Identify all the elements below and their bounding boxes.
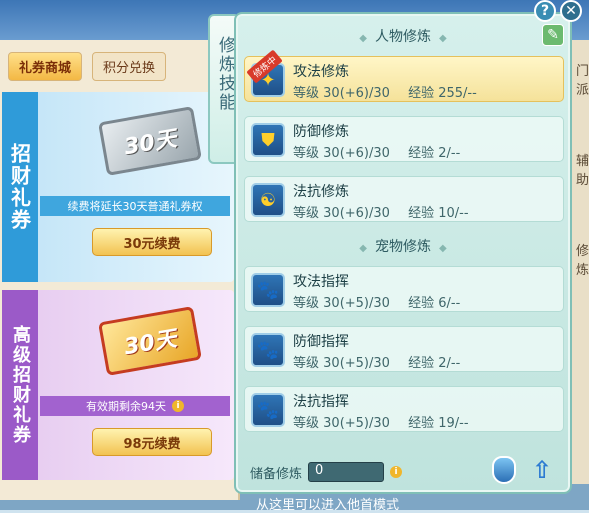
level-label: 等级 <box>293 416 320 431</box>
cultivation-panel: 人物修炼 ✎ ✦ 修炼中 攻法修炼 等级 30(+6)/30 经验 255/--… <box>234 12 572 494</box>
level-label: 等级 <box>293 86 320 101</box>
footer-hint: 从这里可以进入他首模式 <box>256 498 400 513</box>
exp-value: 10/-- <box>438 206 469 221</box>
pet-defense-icon: 🐾 <box>251 333 285 367</box>
exp-value: 255/-- <box>438 86 477 101</box>
shop-tabs: 礼券商城 积分兑换 <box>8 52 167 81</box>
silver-ticket-icon: 30天 <box>98 106 202 176</box>
magic-resist-icon: ☯ <box>251 183 285 217</box>
level-label: 等级 <box>293 206 320 221</box>
skill-name: 法抗指挥 <box>293 394 349 410</box>
level-value: 30(+6)/30 <box>323 206 390 221</box>
potion-icon[interactable] <box>492 456 516 484</box>
coupon-note: 有效期剩余94天 i <box>40 396 230 416</box>
skill-stats: 等级 30(+5)/30 经验 2/-- <box>293 352 460 371</box>
right-menu-item[interactable]: 辅助 <box>576 150 589 188</box>
exp-value: 19/-- <box>438 416 469 431</box>
skill-stats: 等级 30(+5)/30 经验 6/-- <box>293 292 460 311</box>
level-label: 等级 <box>293 356 320 371</box>
exp-label: 经验 <box>408 416 435 431</box>
level-label: 等级 <box>293 296 320 311</box>
skill-stats: 等级 30(+5)/30 经验 19/-- <box>293 412 469 431</box>
window-controls: ? ✕ <box>534 0 582 22</box>
level-value: 30(+6)/30 <box>323 86 390 101</box>
level-value: 30(+5)/30 <box>323 416 390 431</box>
skill-name: 防御指挥 <box>293 334 349 350</box>
exp-label: 经验 <box>408 86 435 101</box>
upgrade-arrow-icon[interactable]: ⇧ <box>530 456 554 484</box>
edit-icon[interactable]: ✎ <box>542 24 564 46</box>
right-menu-item[interactable]: 门派 <box>576 60 589 98</box>
skill-row[interactable]: 🐾 攻法指挥 等级 30(+5)/30 经验 6/-- <box>244 266 564 312</box>
help-button[interactable]: ? <box>534 0 556 22</box>
exp-value: 2/-- <box>438 356 461 371</box>
section-title-person: 人物修炼 <box>236 26 570 46</box>
coupon-note: 续费将延长30天普通礼券权 <box>40 196 230 216</box>
skill-row[interactable]: 🐾 防御指挥 等级 30(+5)/30 经验 2/-- <box>244 326 564 372</box>
reserve-bar: 储备修炼 0 i <box>250 462 403 482</box>
defense-shield-icon: ⛊ <box>251 123 285 157</box>
coupon-card-label: 招财礼券 <box>2 92 38 282</box>
skill-name: 攻法修炼 <box>293 64 349 80</box>
skill-stats: 等级 30(+6)/30 经验 255/-- <box>293 82 477 101</box>
reserve-value-field: 0 <box>308 462 385 482</box>
level-value: 30(+5)/30 <box>323 356 390 371</box>
coupon-card-premium: 高级招财礼券 30天 有效期剩余94天 i 98元续费 <box>2 290 234 480</box>
pet-attack-icon: 🐾 <box>251 273 285 307</box>
close-button[interactable]: ✕ <box>560 0 582 22</box>
exp-label: 经验 <box>408 296 435 311</box>
pet-resist-icon: 🐾 <box>251 393 285 427</box>
skill-stats: 等级 30(+6)/30 经验 10/-- <box>293 202 469 221</box>
skill-row[interactable]: ☯ 法抗修炼 等级 30(+6)/30 经验 10/-- <box>244 176 564 222</box>
skill-stats: 等级 30(+6)/30 经验 2/-- <box>293 142 460 161</box>
level-label: 等级 <box>293 146 320 161</box>
skill-name: 法抗修炼 <box>293 184 349 200</box>
exp-label: 经验 <box>408 146 435 161</box>
section-title-pet: 宠物修炼 <box>236 236 570 256</box>
skill-row[interactable]: ⛊ 防御修炼 等级 30(+6)/30 经验 2/-- <box>244 116 564 162</box>
exp-value: 6/-- <box>438 296 461 311</box>
coupon-card-basic: 招财礼券 30天 续费将延长30天普通礼券权 30元续费 <box>2 92 234 282</box>
coupon-note-text: 续费将延长30天普通礼券权 <box>67 200 203 213</box>
coupon-note-text: 有效期剩余94天 <box>86 400 166 413</box>
skill-row[interactable]: 🐾 法抗指挥 等级 30(+5)/30 经验 19/-- <box>244 386 564 432</box>
level-value: 30(+6)/30 <box>323 146 390 161</box>
right-menu-item[interactable]: 修炼 <box>576 240 589 278</box>
level-value: 30(+5)/30 <box>323 296 390 311</box>
gold-ticket-icon: 30天 <box>98 306 202 376</box>
coupon-shop-panel: 礼券商城 积分兑换 招财礼券 30天 续费将延长30天普通礼券权 30元续费 高… <box>0 40 240 500</box>
tab-points-exchange[interactable]: 积分兑换 <box>92 52 167 81</box>
info-icon[interactable]: i <box>172 400 184 412</box>
skill-name: 防御修炼 <box>293 124 349 140</box>
reserve-label: 储备修炼 <box>250 466 303 482</box>
tab-coupon-mall[interactable]: 礼券商城 <box>8 52 83 81</box>
skill-name: 攻法指挥 <box>293 274 349 290</box>
renew-30-button[interactable]: 30元续费 <box>92 228 212 256</box>
exp-label: 经验 <box>408 356 435 371</box>
exp-value: 2/-- <box>438 146 461 161</box>
exp-label: 经验 <box>408 206 435 221</box>
skill-row[interactable]: ✦ 修炼中 攻法修炼 等级 30(+6)/30 经验 255/-- <box>244 49 564 102</box>
coupon-card-label: 高级招财礼券 <box>2 290 38 480</box>
info-icon[interactable]: i <box>390 466 403 478</box>
renew-98-button[interactable]: 98元续费 <box>92 428 212 456</box>
